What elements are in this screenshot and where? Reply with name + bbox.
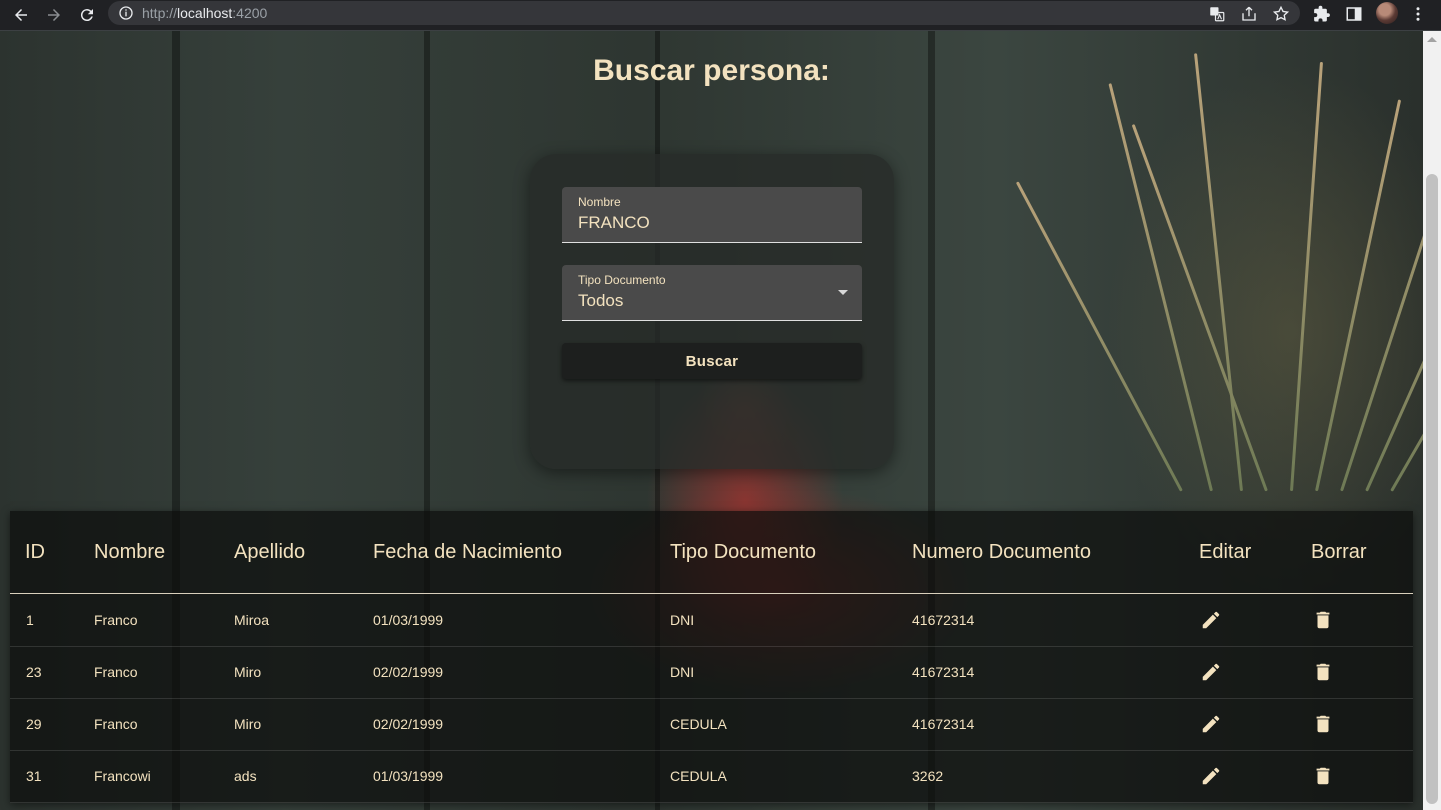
forward-icon[interactable] [42, 3, 66, 27]
table-row: 29 Franco Miro 02/02/1999 CEDULA 4167231… [10, 699, 1413, 751]
results-table: ID Nombre Apellido Fecha de Nacimiento T… [10, 511, 1413, 803]
column-header-borrar: Borrar [1311, 541, 1367, 563]
share-icon[interactable] [1240, 5, 1258, 23]
page-scrollbar[interactable] [1423, 31, 1441, 810]
column-header-numero: Numero Documento [912, 541, 1091, 563]
cell-fecha: 01/03/1999 [373, 612, 444, 628]
pencil-icon[interactable] [1198, 763, 1224, 789]
tipo-documento-select[interactable]: Tipo Documento Todos [562, 265, 862, 321]
pencil-icon[interactable] [1198, 607, 1224, 633]
trash-icon[interactable] [1310, 659, 1336, 685]
trash-icon[interactable] [1310, 763, 1336, 789]
dropdown-arrow-icon[interactable] [838, 290, 848, 295]
cell-id: 23 [26, 664, 42, 680]
cell-numero: 3262 [912, 768, 944, 784]
cell-numero: 41672314 [912, 612, 975, 628]
cell-apellido: Miroa [234, 612, 270, 628]
page-title: Buscar persona: [593, 54, 830, 87]
side-panel-icon[interactable] [1343, 3, 1365, 25]
cell-numero: 41672314 [912, 716, 975, 732]
scroll-up-arrow-icon[interactable] [1427, 37, 1437, 42]
buscar-button[interactable]: Buscar [562, 343, 862, 379]
cell-tipo: CEDULA [670, 716, 727, 732]
column-header-tipo: Tipo Documento [670, 541, 816, 563]
search-card: Nombre FRANCO Tipo Documento Todos Busca… [530, 154, 894, 469]
nombre-input[interactable]: FRANCO [578, 213, 650, 233]
cell-nombre: Franco [94, 716, 138, 732]
profile-avatar[interactable] [1376, 2, 1398, 24]
pencil-icon[interactable] [1198, 659, 1224, 685]
column-header-fecha: Fecha de Nacimiento [373, 541, 562, 563]
cell-tipo: DNI [670, 664, 695, 680]
column-header-apellido: Apellido [234, 541, 306, 563]
cell-fecha: 02/02/1999 [373, 716, 444, 732]
cell-id: 31 [26, 768, 42, 784]
pencil-icon[interactable] [1198, 711, 1224, 737]
address-bar[interactable]: http://localhost:4200 [108, 1, 1300, 25]
cell-numero: 41672314 [912, 664, 975, 680]
column-header-nombre: Nombre [94, 541, 166, 563]
address-url[interactable]: http://localhost:4200 [142, 5, 267, 21]
translate-icon[interactable] [1208, 5, 1226, 23]
column-header-id: ID [25, 541, 45, 563]
cell-nombre: Franco [94, 664, 138, 680]
cell-id: 1 [26, 612, 34, 628]
table-row: 1 Franco Miroa 01/03/1999 DNI 41672314 [10, 595, 1413, 647]
site-info-icon[interactable] [118, 5, 134, 21]
table-row: 31 Francowi ads 01/03/1999 CEDULA 3262 [10, 751, 1413, 803]
trash-icon[interactable] [1310, 711, 1336, 737]
nombre-field[interactable]: Nombre FRANCO [562, 187, 862, 243]
cell-nombre: Franco [94, 612, 138, 628]
tipo-documento-label: Tipo Documento [578, 273, 666, 287]
cell-apellido: ads [234, 768, 257, 784]
cell-nombre: Francowi [94, 768, 151, 784]
table-header: ID Nombre Apellido Fecha de Nacimiento T… [10, 511, 1413, 594]
page-background: Buscar persona: Nombre FRANCO Tipo Docum… [0, 31, 1423, 810]
cell-tipo: DNI [670, 612, 695, 628]
cell-fecha: 01/03/1999 [373, 768, 444, 784]
browser-toolbar: http://localhost:4200 [0, 0, 1441, 31]
reload-icon[interactable] [75, 3, 99, 27]
bookmark-star-icon[interactable] [1272, 5, 1290, 23]
scrollbar-thumb[interactable] [1426, 174, 1438, 804]
cell-apellido: Miro [234, 664, 262, 680]
cell-tipo: CEDULA [670, 768, 727, 784]
trash-icon[interactable] [1310, 607, 1336, 633]
table-row: 23 Franco Miro 02/02/1999 DNI 41672314 [10, 647, 1413, 699]
tipo-documento-value[interactable]: Todos [578, 291, 623, 311]
extensions-icon[interactable] [1311, 3, 1333, 25]
menu-dots-icon[interactable] [1407, 3, 1429, 25]
cell-fecha: 02/02/1999 [373, 664, 444, 680]
back-icon[interactable] [9, 3, 33, 27]
nombre-label: Nombre [578, 195, 621, 209]
cell-id: 29 [26, 716, 42, 732]
column-header-editar: Editar [1199, 541, 1252, 563]
cell-apellido: Miro [234, 716, 262, 732]
